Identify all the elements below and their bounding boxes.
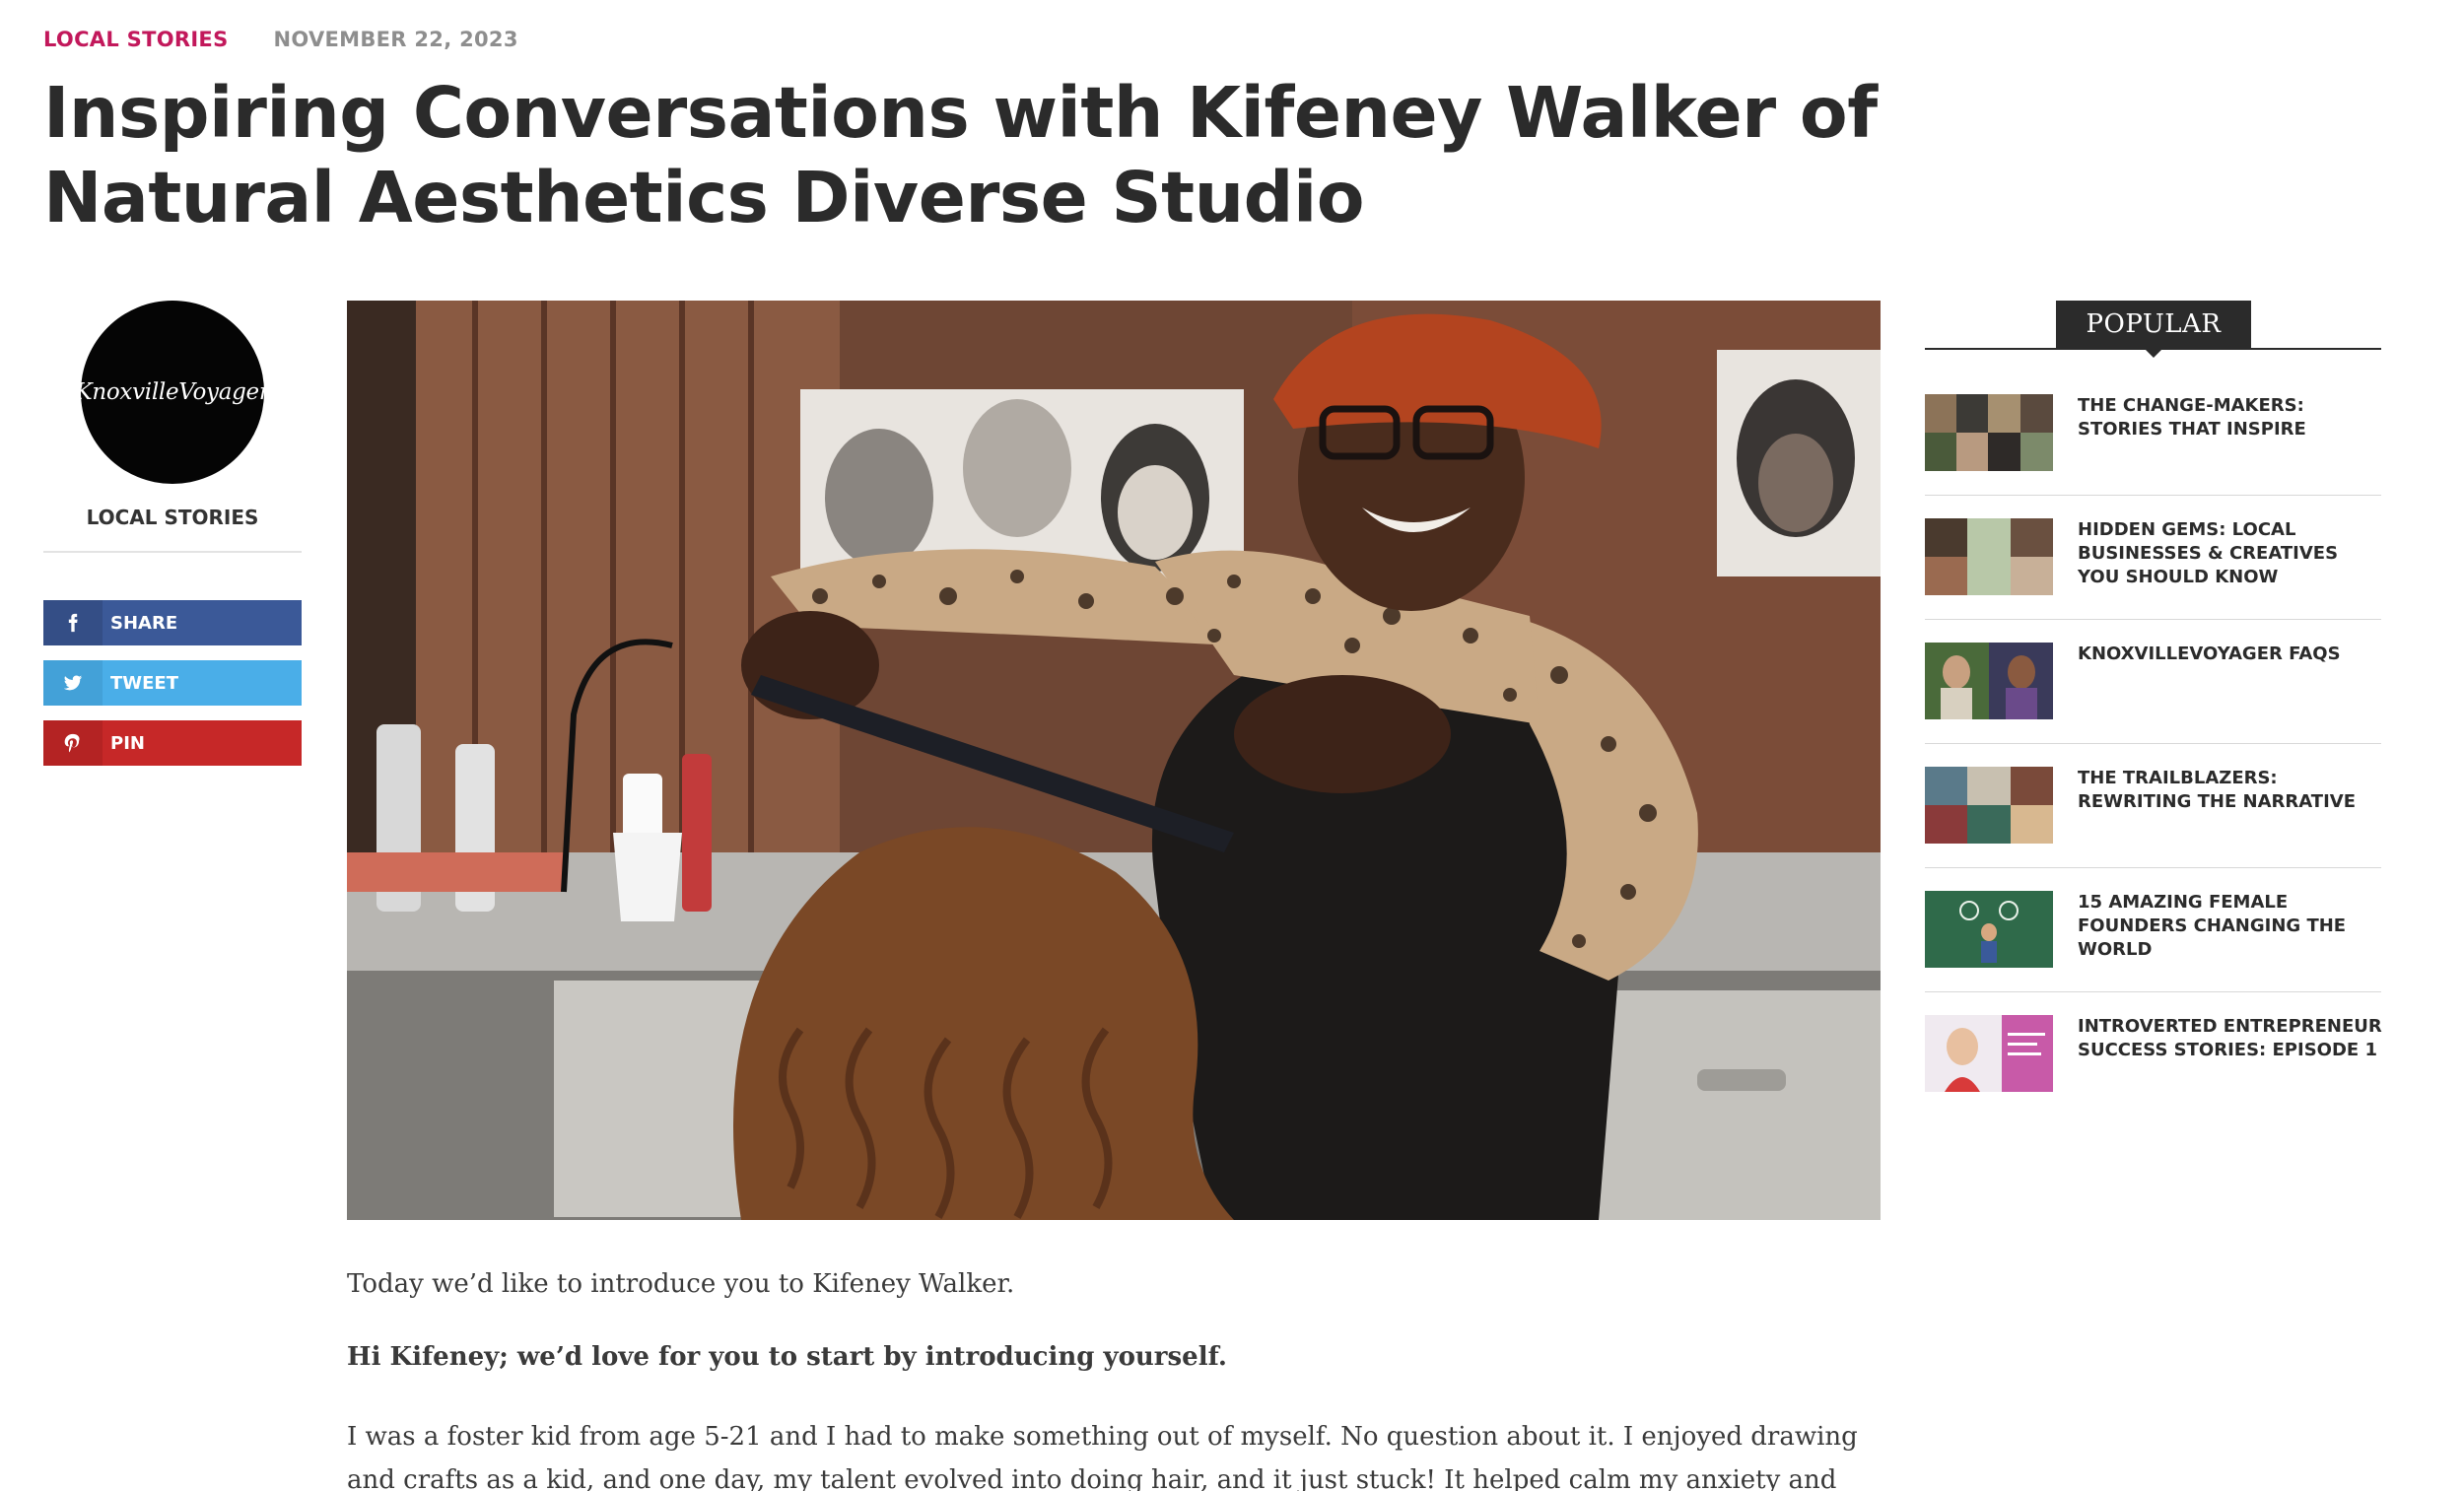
popular-item[interactable]: THE TRAILBLAZERS: REWRITING THE NARRATIV… <box>1925 673 2381 868</box>
popular-item-title[interactable]: KNOXVILLEVOYAGER FAQS <box>2078 643 2383 666</box>
article-title: Inspiring Conversations with Kifeney Wal… <box>43 72 1878 238</box>
facebook-share-label: SHARE <box>110 612 178 634</box>
author-category[interactable]: LOCAL STORIES <box>43 506 302 529</box>
popular-item[interactable]: 15 AMAZING FEMALE FOUNDERS CHANGING THE … <box>1925 797 2381 992</box>
article-meta: LOCAL STORIES NOVEMBER 22, 2023 <box>43 28 518 51</box>
pinterest-share-button[interactable]: PIN <box>43 720 302 766</box>
popular-item[interactable]: HIDDEN GEMS: LOCAL BUSINESSES & CREATIVE… <box>1925 425 2381 620</box>
pinterest-share-label: PIN <box>110 732 145 754</box>
popular-item[interactable]: INTROVERTED ENTREPRENEUR SUCCESS STORIES… <box>1925 921 2382 1092</box>
twitter-share-button[interactable]: TWEET <box>43 660 302 706</box>
popular-item-thumbnail[interactable] <box>1925 1015 2053 1092</box>
popular-item[interactable]: THE CHANGE-MAKERS: STORIES THAT INSPIRE <box>1925 301 2381 496</box>
divider <box>43 551 302 553</box>
popular-item-title[interactable]: INTROVERTED ENTREPRENEUR SUCCESS STORIES… <box>2078 1015 2383 1062</box>
facebook-share-button[interactable]: SHARE <box>43 600 302 645</box>
hero-image <box>347 301 1881 1220</box>
interview-answer: I was a foster kid from age 5-21 and I h… <box>347 1422 1858 1491</box>
publish-date: NOVEMBER 22, 2023 <box>273 28 518 51</box>
twitter-share-label: TWEET <box>110 672 179 694</box>
popular-item[interactable]: KNOXVILLEVOYAGER FAQS <box>1925 549 2383 744</box>
author-logo[interactable]: KnoxvilleVoyager <box>75 301 270 484</box>
category-link[interactable]: LOCAL STORIES <box>43 28 229 51</box>
interview-question: Hi Kifeney; we’d love for you to start b… <box>347 1342 1227 1372</box>
logo-text: KnoxvilleVoyager <box>75 379 270 405</box>
article-intro: Today we’d like to introduce you to Kife… <box>347 1269 1015 1299</box>
